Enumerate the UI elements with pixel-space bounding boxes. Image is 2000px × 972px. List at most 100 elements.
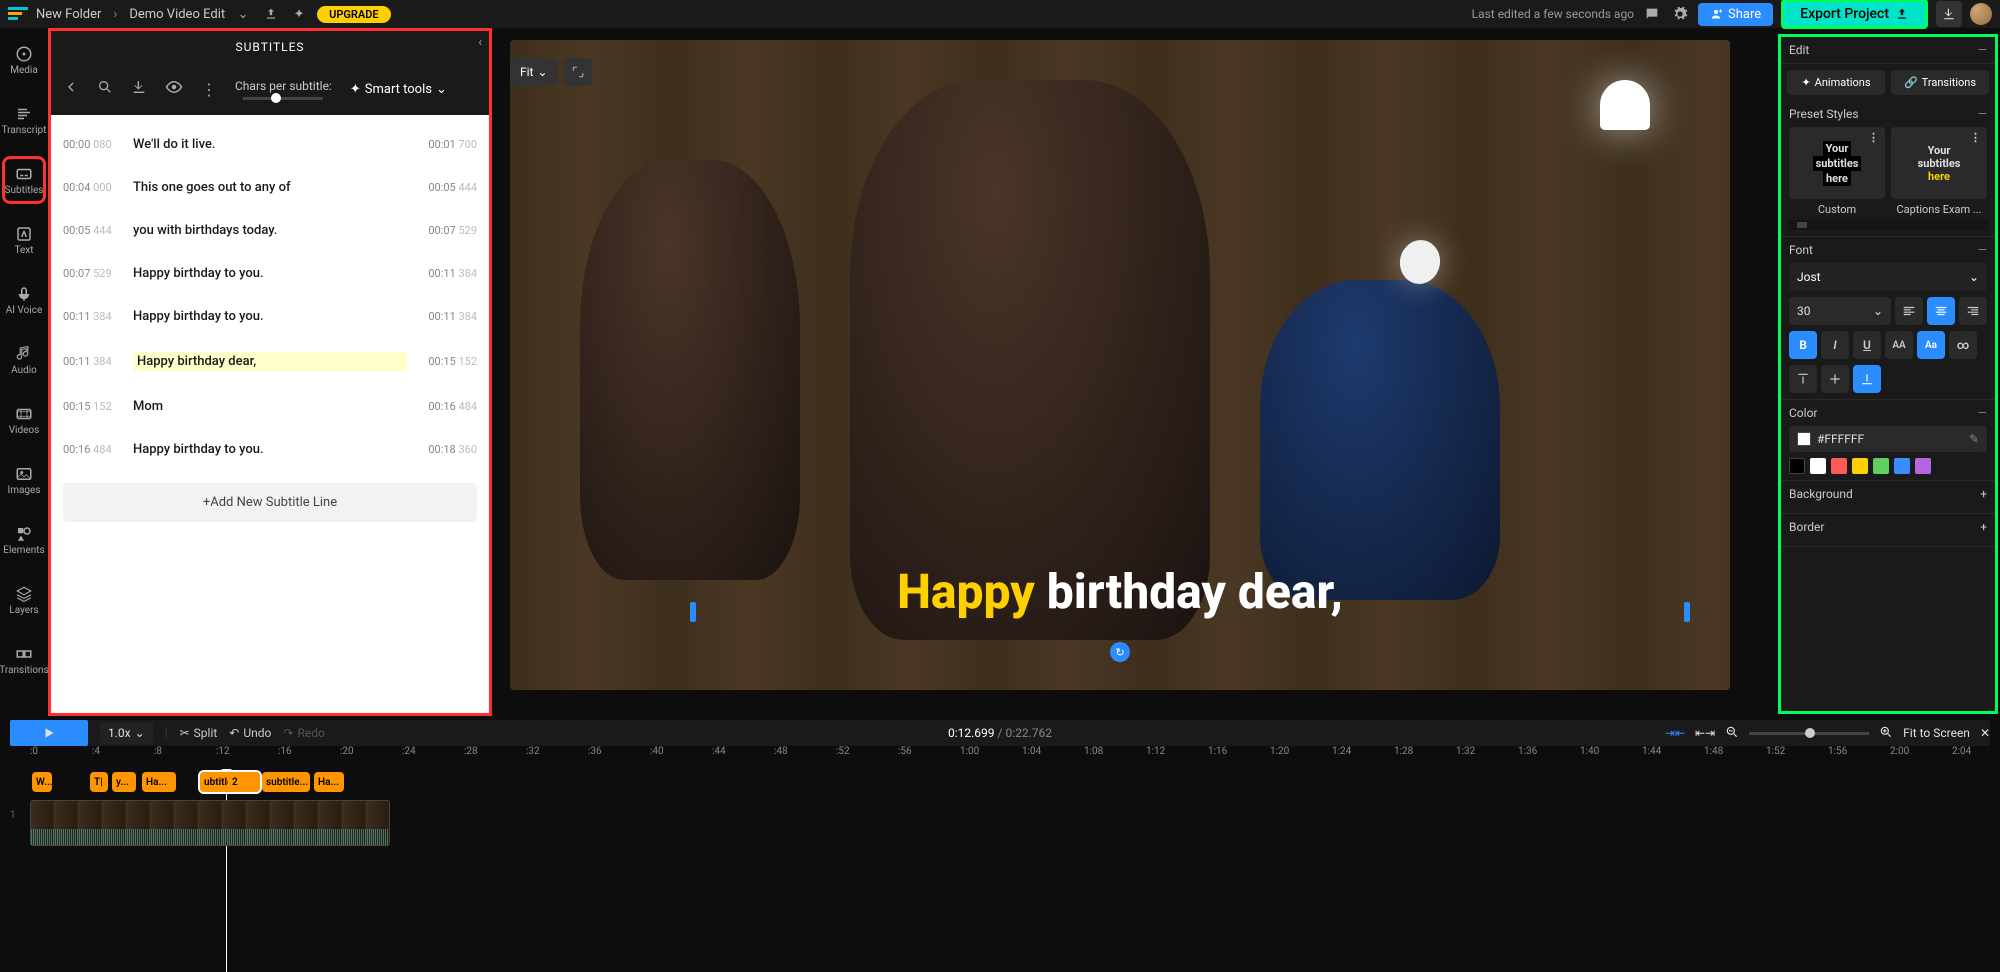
rail-transcript[interactable]: Transcript	[2, 96, 46, 144]
collapse-left-icon[interactable]: ‹	[478, 35, 483, 49]
subtitle-row[interactable]: 00:15 152 Mom 00:16 484	[51, 385, 489, 428]
breadcrumb-project[interactable]: Demo Video Edit	[129, 7, 225, 22]
subtitle-text[interactable]: We'll do it live.	[133, 137, 407, 152]
rail-audio[interactable]: Audio	[2, 336, 46, 384]
valign-bottom-icon[interactable]	[1853, 365, 1881, 393]
video-clip[interactable]	[30, 800, 390, 846]
align-center-icon[interactable]	[1927, 297, 1955, 325]
rail-text[interactable]: Text	[2, 216, 46, 264]
eyedropper-icon[interactable]: ✎	[1969, 432, 1979, 446]
rail-aivoice[interactable]: AI Voice	[2, 276, 46, 324]
underline-button[interactable]: U	[1853, 331, 1881, 359]
rail-media[interactable]: Media	[2, 36, 46, 84]
rail-subtitles[interactable]: Subtitles	[2, 156, 46, 204]
zoom-slider[interactable]	[1749, 732, 1869, 735]
expand-icon[interactable]	[564, 58, 592, 86]
play-button[interactable]	[10, 720, 88, 746]
preset-captions-example[interactable]: ⋮Yoursubtitleshere	[1891, 127, 1987, 199]
export-button[interactable]: Export Project	[1781, 0, 1928, 29]
subtitle-row[interactable]: 00:00 080 We'll do it live. 00:01 700	[51, 123, 489, 166]
eye-icon[interactable]	[165, 78, 183, 100]
background-title[interactable]: Background	[1789, 487, 1853, 501]
selection-handle-left[interactable]	[690, 602, 696, 622]
timeline-subtitle-clip[interactable]: y...	[112, 772, 136, 792]
app-logo[interactable]	[8, 7, 28, 21]
subtitle-row[interactable]: 00:16 484 Happy birthday to you. 00:18 3…	[51, 428, 489, 471]
timeline[interactable]: :0:4:8:12:16:20:24:28:32:36:40:44:48:52:…	[10, 746, 1990, 971]
align-left-icon[interactable]	[1895, 297, 1923, 325]
subtitle-row[interactable]: 00:11 384 Happy birthday to you. 00:11 3…	[51, 295, 489, 338]
subtitle-text[interactable]: Mom	[133, 399, 407, 414]
rail-videos[interactable]: Videos	[2, 396, 46, 444]
upgrade-button[interactable]: UPGRADE	[317, 6, 390, 23]
fit-to-screen-button[interactable]: Fit to Screen	[1903, 726, 1970, 740]
subtitle-row[interactable]: 00:11 384 Happy birthday dear, 00:15 152	[51, 338, 489, 385]
fit-button[interactable]: Fit ⌄	[510, 58, 558, 86]
trim-icon[interactable]: ⇤⇥	[1695, 726, 1715, 740]
undo-button[interactable]: ↶ Undo	[229, 726, 271, 740]
smart-tools-button[interactable]: ✦ Smart tools ⌄	[350, 82, 447, 97]
swatch-green[interactable]	[1873, 458, 1889, 474]
swatch-yellow[interactable]	[1852, 458, 1868, 474]
comment-icon[interactable]	[1642, 4, 1662, 24]
infinite-button[interactable]: ∞	[1949, 331, 1977, 359]
video-track[interactable]	[30, 800, 1990, 846]
sparkle-icon[interactable]: ✦	[289, 4, 309, 24]
uppercase-button[interactable]: AA	[1885, 331, 1913, 359]
font-select[interactable]: Jost⌄	[1789, 263, 1987, 291]
rail-transitions[interactable]: Transitions	[2, 636, 46, 684]
avatar[interactable]	[1970, 3, 1992, 25]
chars-per-subtitle[interactable]: Chars per subtitle:	[235, 79, 332, 100]
zoom-in-icon[interactable]	[1879, 725, 1893, 742]
split-button[interactable]: ✂ Split	[180, 726, 218, 740]
font-size-select[interactable]: 30⌄	[1789, 297, 1891, 325]
subtitle-text[interactable]: Happy birthday dear,	[133, 352, 407, 371]
timeline-subtitle-clip[interactable]: Ha...	[142, 772, 176, 792]
rail-layers[interactable]: Layers	[2, 576, 46, 624]
redo-button[interactable]: ↷ Redo	[283, 726, 324, 740]
share-button[interactable]: Share	[1698, 3, 1773, 26]
back-icon[interactable]	[63, 79, 79, 99]
timeline-subtitle-clip[interactable]: 2	[228, 772, 242, 792]
valign-middle-icon[interactable]	[1821, 365, 1849, 393]
snap-icon[interactable]: ⇥⇤	[1665, 726, 1685, 740]
bold-button[interactable]: B	[1789, 331, 1817, 359]
subtitle-text[interactable]: Happy birthday to you.	[133, 266, 407, 281]
preset-custom[interactable]: ⋮Yoursubtitleshere	[1789, 127, 1885, 199]
zoom-out-icon[interactable]	[1725, 725, 1739, 742]
subtitle-text[interactable]: Happy birthday to you.	[133, 442, 407, 457]
sync-badge-icon[interactable]: ↻	[1110, 642, 1130, 662]
preset-scrollbar[interactable]	[1789, 220, 1987, 230]
swatch-purple[interactable]	[1915, 458, 1931, 474]
border-title[interactable]: Border	[1789, 520, 1824, 534]
add-subtitle-button[interactable]: +Add New Subtitle Line	[63, 483, 477, 522]
color-input[interactable]: #FFFFFF✎	[1789, 426, 1987, 452]
swatch-red[interactable]	[1831, 458, 1847, 474]
tab-transitions[interactable]: 🔗 Transitions	[1891, 70, 1989, 95]
swatch-black[interactable]	[1789, 458, 1805, 474]
timeline-subtitle-clip[interactable]: W...	[32, 772, 52, 792]
upload-icon[interactable]	[261, 4, 281, 24]
subtitle-track[interactable]: W...T|y...Ha...ubtitle...2subtitle...Ha.…	[30, 772, 1990, 794]
download-button[interactable]	[1936, 1, 1962, 27]
search-icon[interactable]	[97, 79, 113, 99]
timeline-subtitle-clip[interactable]: T|	[90, 772, 108, 792]
subtitle-text[interactable]: This one goes out to any of	[133, 180, 407, 195]
tab-animations[interactable]: ✦ Animations	[1787, 70, 1885, 95]
timeline-subtitle-clip[interactable]: subtitle...	[262, 772, 310, 792]
subtitle-text[interactable]: you with birthdays today.	[133, 223, 407, 238]
video-preview[interactable]: Happy birthday dear, ↻	[510, 40, 1730, 690]
valign-top-icon[interactable]	[1789, 365, 1817, 393]
close-icon[interactable]: ✕	[1980, 726, 1990, 740]
swatch-blue[interactable]	[1894, 458, 1910, 474]
align-right-icon[interactable]	[1959, 297, 1987, 325]
titlecase-button[interactable]: Aa	[1917, 331, 1945, 359]
swatch-white[interactable]	[1810, 458, 1826, 474]
subtitle-row[interactable]: 00:04 000 This one goes out to any of 00…	[51, 166, 489, 209]
rail-elements[interactable]: Elements	[2, 516, 46, 564]
breadcrumb-folder[interactable]: New Folder	[36, 7, 101, 22]
subtitle-row[interactable]: 00:07 529 Happy birthday to you. 00:11 3…	[51, 252, 489, 295]
gear-icon[interactable]	[1670, 4, 1690, 24]
more-icon[interactable]: ⋮	[201, 80, 217, 99]
selection-handle-right[interactable]	[1684, 602, 1690, 622]
